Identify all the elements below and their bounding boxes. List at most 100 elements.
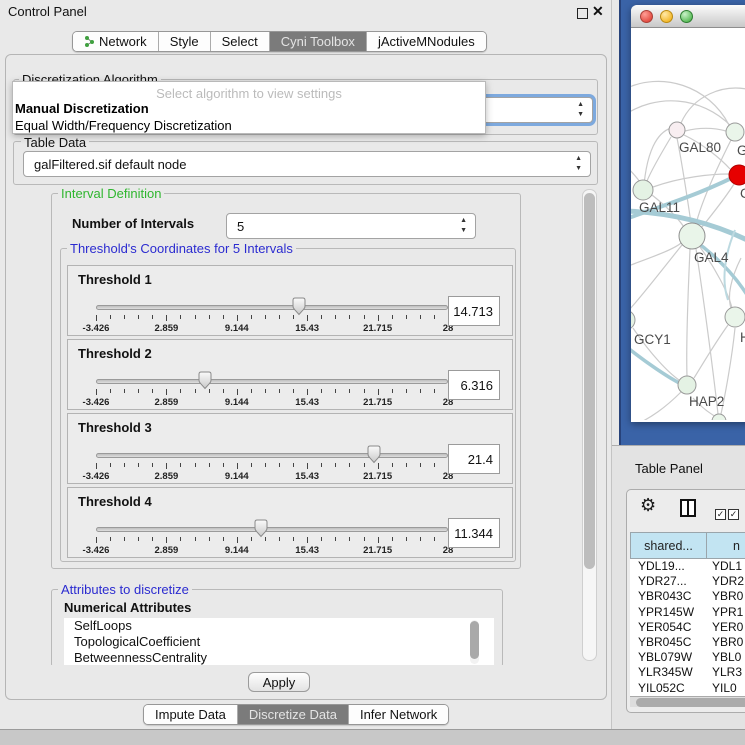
table-row[interactable]: YLR345WYLR3	[630, 665, 745, 680]
tab-select[interactable]: Select	[211, 32, 270, 51]
close-icon[interactable]: ✕	[592, 3, 604, 20]
threshold-value-field[interactable]: 11.344	[448, 518, 500, 548]
tab-network[interactable]: Network	[73, 32, 159, 51]
tick-mark	[166, 463, 167, 469]
tick-mark	[307, 463, 308, 469]
tick-mark	[293, 389, 294, 393]
network-node-gcy1[interactable]	[631, 310, 635, 330]
table-data-value: galFiltered.sif default node	[34, 157, 186, 172]
network-edge[interactable]	[685, 128, 726, 131]
network-node-gal4[interactable]	[679, 223, 705, 249]
split-columns-icon[interactable]	[680, 499, 696, 517]
attribute-list-item[interactable]: TopologicalCoefficient	[64, 634, 494, 650]
app-root: Control Panel ✕ NetworkStyleSelectCyni T…	[0, 0, 745, 745]
minimize-window-icon[interactable]	[660, 10, 673, 23]
attributes-scrollbar[interactable]	[470, 620, 479, 664]
threshold-value-field[interactable]: 14.713	[448, 296, 500, 326]
threshold-slider[interactable]: -3.4262.8599.14415.4321.71528	[96, 298, 448, 336]
slider-thumb[interactable]	[253, 519, 269, 538]
threshold-slider[interactable]: -3.4262.8599.14415.4321.71528	[96, 520, 448, 558]
table-row[interactable]: YPR145WYPR1	[630, 605, 745, 620]
network-edge[interactable]	[647, 137, 671, 181]
scrollbar-thumb[interactable]	[470, 621, 479, 659]
tick-mark	[349, 537, 350, 541]
threshold-value-field[interactable]: 21.4	[448, 444, 500, 474]
slider-track[interactable]	[96, 453, 448, 458]
table-row[interactable]: YBR043CYBR0	[630, 589, 745, 604]
algorithm-option[interactable]: Manual Discretization	[15, 101, 149, 116]
numerical-attributes-list[interactable]: SelfLoopsTopologicalCoefficientBetweenne…	[64, 618, 494, 665]
table-row[interactable]: YIL052CYIL0	[630, 681, 745, 696]
scrollbar-thumb[interactable]	[636, 698, 745, 707]
tick-mark	[180, 315, 181, 319]
zoom-window-icon[interactable]	[680, 10, 693, 23]
num-intervals-select[interactable]: 5 ▲▼	[226, 213, 476, 239]
network-edge[interactable]	[631, 164, 640, 182]
tick-mark	[349, 389, 350, 393]
table-cell: YPR1	[707, 605, 745, 620]
checkbox-icon[interactable]: ✓	[715, 509, 726, 520]
slider-thumb[interactable]	[291, 297, 307, 316]
tab-infer-network[interactable]: Infer Network	[349, 705, 448, 724]
threshold-label: Threshold 3	[78, 420, 152, 435]
tick-mark	[152, 537, 153, 541]
scrollbar-thumb[interactable]	[584, 193, 595, 569]
threshold-slider[interactable]: -3.4262.8599.14415.4321.71528	[96, 446, 448, 484]
attribute-list-item[interactable]: SelfLoops	[64, 618, 494, 634]
tab-impute-data[interactable]: Impute Data	[144, 705, 238, 724]
checkbox-icon[interactable]: ✓	[728, 509, 739, 520]
slider-track[interactable]	[96, 527, 448, 532]
network-edge[interactable]	[687, 249, 690, 376]
slider-thumb[interactable]	[197, 371, 213, 390]
tab-cyni-toolbox[interactable]: Cyni Toolbox	[270, 32, 367, 51]
panel-vertical-scrollbar[interactable]	[582, 189, 597, 661]
network-icon	[84, 35, 95, 48]
attribute-list-item[interactable]: BetweennessCentrality	[64, 650, 494, 665]
table-row[interactable]: YDR27...YDR2	[630, 574, 745, 589]
network-canvas[interactable]: GAL80GACGAL11GAL4GCY1HHAP2	[631, 28, 745, 420]
tick-mark	[138, 389, 139, 393]
network-edge[interactable]	[631, 344, 683, 385]
network-node-ga[interactable]	[726, 123, 744, 141]
slider-track[interactable]	[96, 305, 448, 310]
network-node-gal11[interactable]	[633, 180, 653, 200]
threshold-row: Threshold 3 -3.4262.8599.14415.4321.71528…	[67, 413, 513, 484]
table-row[interactable]: YBR045CYBR0	[630, 635, 745, 650]
network-edge[interactable]	[681, 88, 745, 123]
column-header[interactable]: shared...	[630, 532, 707, 559]
column-header[interactable]: n	[707, 532, 745, 559]
tick-mark	[237, 389, 238, 395]
table-horizontal-scrollbar[interactable]	[630, 696, 745, 707]
tab-discretize-data[interactable]: Discretize Data	[238, 705, 349, 724]
network-edge[interactable]	[696, 249, 718, 414]
table-cell: YDR27...	[630, 574, 707, 589]
slider-thumb[interactable]	[366, 445, 382, 464]
table-row[interactable]: YBL079WYBL0	[630, 650, 745, 665]
table-row[interactable]: YDL19...YDL1	[630, 559, 745, 574]
tick-label: 9.144	[225, 545, 249, 556]
network-node-hap2[interactable]	[678, 376, 696, 394]
network-edge[interactable]	[631, 81, 729, 125]
float-window-icon[interactable]	[577, 8, 588, 19]
apply-button[interactable]: Apply	[248, 672, 310, 692]
num-intervals-label: Number of Intervals	[72, 216, 194, 231]
threshold-value-field[interactable]: 6.316	[448, 370, 500, 400]
tick-mark	[251, 463, 252, 467]
network-window-titlebar[interactable]	[631, 5, 745, 28]
table-data-select[interactable]: galFiltered.sif default node ▲▼	[23, 151, 591, 177]
gear-icon[interactable]: ⚙	[640, 495, 656, 516]
network-node[interactable]	[712, 414, 726, 420]
algorithm-option[interactable]: Equal Width/Frequency Discretization	[15, 118, 232, 133]
close-window-icon[interactable]	[640, 10, 653, 23]
network-node-c[interactable]	[729, 165, 745, 185]
network-node-gal80[interactable]	[669, 122, 685, 138]
network-node-h[interactable]	[725, 307, 745, 327]
slider-track[interactable]	[96, 379, 448, 384]
network-edge[interactable]	[694, 325, 728, 378]
network-edge[interactable]	[631, 392, 681, 420]
tab-style[interactable]: Style	[159, 32, 211, 51]
threshold-row: Threshold 1-3.4262.8599.14415.4321.71528…	[67, 265, 513, 336]
threshold-slider[interactable]: -3.4262.8599.14415.4321.71528	[96, 372, 448, 410]
tab-jactivemnodules[interactable]: jActiveMNodules	[367, 32, 486, 51]
table-row[interactable]: YER054CYER0	[630, 620, 745, 635]
